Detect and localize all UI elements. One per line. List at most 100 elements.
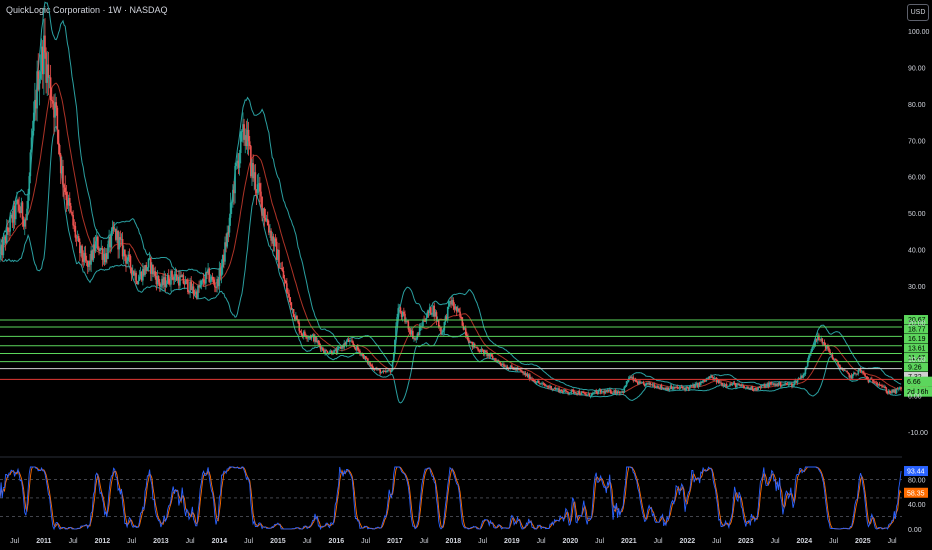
time-tick-label: 2020 [563, 538, 579, 545]
level-tag-label: 9.26 [908, 365, 922, 372]
candle-body [226, 232, 229, 247]
candle-body [56, 107, 59, 130]
candle-body [738, 383, 740, 386]
candle-body [288, 293, 290, 298]
candle-body [126, 260, 128, 264]
candle-body [399, 307, 402, 313]
candle-body [846, 370, 848, 373]
time-tick-label: Jul [127, 538, 136, 545]
level-tag-label: 16.19 [908, 336, 926, 343]
candle-body [38, 78, 41, 90]
candle-body [138, 276, 141, 281]
candle-body [884, 386, 887, 389]
candle-body [477, 348, 479, 351]
candle-body [802, 374, 804, 378]
candle-body [422, 320, 424, 327]
chart-canvas[interactable]: 20.6718.7716.1913.6111.479.267.324.376.6… [0, 0, 932, 550]
price-tick-label: -10.00 [908, 430, 928, 437]
candle-body [805, 366, 808, 368]
candle-body [458, 308, 460, 312]
candle-body [352, 342, 355, 346]
price-tick-label: 30.00 [908, 284, 926, 291]
candle-body [386, 370, 388, 373]
candle-body [235, 163, 238, 167]
candle-body [796, 379, 799, 383]
candle-body [14, 203, 17, 220]
time-tick-label: Jul [303, 538, 312, 545]
candle-body [623, 386, 626, 393]
candle-body [254, 172, 257, 190]
candle-body [725, 384, 728, 387]
candle-body [304, 331, 306, 336]
band-basis [0, 82, 902, 395]
candle-body [230, 201, 233, 203]
level-tag-label: 18.77 [908, 327, 926, 334]
candle-body [485, 350, 487, 353]
candle-body [396, 317, 398, 327]
candle-body [534, 381, 537, 383]
candle-body [565, 389, 567, 391]
candle-body [823, 342, 826, 346]
candle-body [94, 241, 97, 252]
time-tick-label: 2012 [95, 538, 111, 545]
candle-body [289, 297, 292, 303]
price-tick-label: 10.00 [908, 357, 926, 364]
candle-body [412, 330, 414, 339]
candles [0, 18, 902, 399]
candle-body [214, 283, 216, 288]
candle-body [575, 392, 577, 394]
candle-body [642, 382, 645, 384]
time-tick-label: 2021 [621, 538, 637, 545]
candle-body [785, 383, 788, 384]
candle-body [336, 348, 339, 353]
candle-body [533, 380, 536, 382]
candle-body [112, 226, 115, 230]
time-tick-label: Jul [771, 538, 780, 545]
candle-body [511, 365, 513, 368]
stoch-value-label: 58.35 [907, 490, 925, 497]
stoch-value-label: 93.44 [907, 469, 925, 476]
candle-body [491, 356, 494, 359]
time-tick-label: Jul [829, 538, 838, 545]
candle-body [448, 301, 450, 307]
candle-body [844, 369, 846, 371]
candle-body [452, 300, 455, 307]
candle-body [397, 308, 400, 318]
candle-body [239, 131, 242, 153]
candle-body [686, 386, 689, 388]
time-tick-label: 2011 [36, 538, 51, 545]
candle-body [898, 388, 900, 390]
candle-body [653, 384, 656, 388]
candle-body [731, 384, 734, 386]
candle-body [588, 393, 591, 397]
candle-body [728, 385, 730, 387]
candle-body [538, 380, 540, 383]
candle-body [173, 276, 176, 280]
candle-body [266, 218, 269, 226]
candle-body [595, 390, 598, 392]
candle-body [863, 372, 865, 374]
time-axis: Jul 2011 Jul 2012 Jul 2013 Jul 2014 Jul 2015 Jul 20… [10, 538, 897, 545]
candle-body [58, 145, 61, 155]
candle-body [881, 385, 883, 387]
candle-body [74, 226, 77, 238]
candle-body [625, 381, 628, 386]
candle-body [199, 284, 202, 288]
time-tick-label: 2016 [329, 538, 345, 545]
time-tick-label: 2014 [212, 538, 228, 545]
candle-body [282, 270, 285, 279]
candle-body [612, 392, 614, 394]
time-tick-label: Jul [537, 538, 546, 545]
candle-body [241, 130, 243, 132]
candle-body [208, 268, 211, 282]
candle-body [589, 396, 592, 397]
candle-body [711, 375, 713, 378]
candle-body [624, 385, 627, 387]
candle-body [442, 330, 445, 332]
candle-body [71, 211, 73, 215]
candle-body [248, 141, 251, 147]
candle-body [862, 371, 864, 373]
candle-body [566, 390, 568, 392]
candle-body [518, 369, 521, 371]
candle-body [745, 387, 747, 389]
